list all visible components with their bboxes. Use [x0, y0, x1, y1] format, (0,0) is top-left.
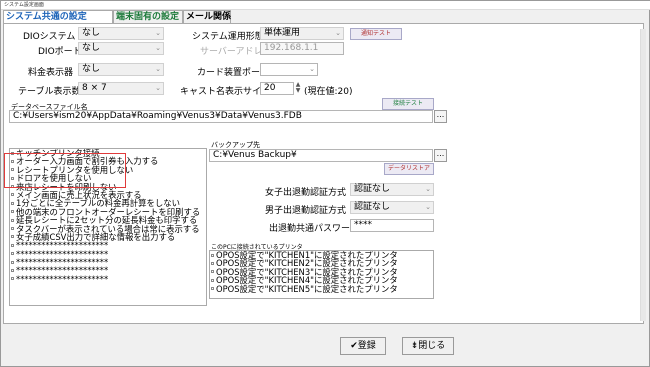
option-checkbox[interactable] — [11, 260, 14, 264]
fee-display-select[interactable]: なし ⌄ — [78, 63, 164, 76]
printer-checkbox[interactable] — [211, 261, 214, 265]
window-title: システム設定画面 — [1, 1, 650, 10]
system-mode-label: システム運用形態 — [192, 32, 264, 42]
close-button[interactable]: ⇟閉じる — [402, 337, 454, 355]
printer-checkbox[interactable] — [211, 287, 214, 291]
female-auth-select[interactable]: 認証なし ⌄ — [350, 183, 434, 196]
printer-label: OPOS設定で"KITCHEN5"に設定されたプリンタ — [216, 283, 398, 294]
option-label: ********************** — [16, 273, 109, 284]
option-checkbox[interactable] — [11, 277, 14, 281]
notify-test-button[interactable]: 通知テスト — [350, 28, 402, 40]
card-port-select[interactable]: ⌄ — [260, 63, 318, 76]
tab-terminal-settings[interactable]: 端末固有の設定 — [113, 10, 183, 24]
dio-port-select[interactable]: なし ⌄ — [78, 42, 164, 55]
option-checkbox[interactable] — [11, 268, 14, 272]
cast-name-size-note: (現在値:20) — [304, 87, 353, 97]
settings-window: システム設定画面 システム共通の設定 端末固有の設定 メール関係 DIOシステム… — [0, 0, 650, 367]
chevron-down-icon: ⌄ — [309, 65, 315, 73]
tab-mail-settings[interactable]: メール関係 — [183, 10, 231, 24]
printer-checkbox[interactable] — [211, 253, 214, 257]
chevron-down-icon: ⌄ — [425, 203, 431, 211]
option-checkbox[interactable] — [11, 201, 14, 205]
fee-display-value: なし — [82, 64, 101, 74]
option-checkbox[interactable] — [11, 252, 14, 256]
chevron-down-icon: ⌄ — [425, 185, 431, 193]
male-auth-select[interactable]: 認証なし ⌄ — [350, 201, 434, 214]
server-address-input[interactable]: 192.168.1.1 — [260, 42, 344, 55]
printer-checkbox[interactable] — [211, 270, 214, 274]
option-checkbox[interactable] — [11, 218, 14, 222]
cast-name-size-label: キャスト名表示サイズ — [180, 87, 270, 97]
dio-system-select[interactable]: なし ⌄ — [78, 27, 164, 40]
option-checkbox[interactable] — [11, 235, 14, 239]
female-auth-label: 女子出退勤認証方式 — [265, 188, 347, 198]
card-port-label: カード装置ポート — [197, 68, 270, 78]
data-restore-button[interactable]: データリストア — [384, 163, 434, 175]
database-browse-button[interactable]: ... — [434, 110, 447, 123]
option-item[interactable]: ********************** — [10, 275, 206, 283]
table-display-label: テーブル表示数 — [18, 87, 81, 97]
database-path-input[interactable]: C:¥Users¥ism20¥AppData¥Roaming¥Venus3¥Da… — [9, 110, 433, 123]
fee-display-label: 料金表示器 — [28, 68, 74, 78]
register-button[interactable]: ✔登録 — [340, 337, 386, 355]
printer-item[interactable]: OPOS設定で"KITCHEN5"に設定されたプリンタ — [210, 283, 433, 294]
male-auth-label: 男子出退勤認証方式 — [265, 206, 347, 216]
chevron-down-icon: ⌄ — [155, 29, 161, 37]
option-checkbox[interactable] — [11, 227, 14, 231]
system-mode-select[interactable]: 単体運用 ⌄ — [260, 27, 344, 40]
highlight-box — [4, 153, 126, 188]
attendance-password-label: 出退勤共通パスワード — [269, 224, 360, 234]
printers-list: OPOS設定で"KITCHEN1"に設定されたプリンタ OPOS設定で"KITCH… — [209, 250, 434, 299]
dio-system-value: なし — [82, 28, 101, 38]
printer-checkbox[interactable] — [211, 278, 214, 282]
system-mode-value: 単体運用 — [264, 28, 301, 38]
chevron-down-icon: ⌄ — [155, 44, 161, 52]
chevron-down-icon: ⌄ — [155, 84, 161, 92]
dio-port-value: なし — [82, 43, 101, 53]
vertical-scrollbar[interactable] — [640, 29, 646, 321]
option-checkbox[interactable] — [11, 193, 14, 197]
option-checkbox[interactable] — [11, 243, 14, 247]
backup-path-input[interactable]: C:¥Venus Backup¥ — [209, 149, 433, 162]
option-checkbox[interactable] — [11, 210, 14, 214]
female-auth-value: 認証なし — [354, 184, 391, 194]
backup-browse-button[interactable]: ... — [434, 149, 447, 162]
table-display-select[interactable]: 8 × 7 ⌄ — [78, 82, 164, 95]
male-auth-value: 認証なし — [354, 202, 391, 212]
dio-port-label: DIOポート — [38, 47, 82, 57]
spin-buttons[interactable]: ▲ ▼ — [294, 82, 302, 95]
dio-system-label: DIOシステム — [23, 32, 76, 42]
chevron-down-icon: ⌄ — [335, 29, 341, 37]
cast-name-size-input[interactable]: 20 — [260, 82, 294, 95]
table-display-value: 8 × 7 — [82, 83, 107, 93]
attendance-password-input[interactable]: **** — [350, 219, 434, 232]
connection-test-button[interactable]: 接続テスト — [382, 98, 434, 110]
chevron-down-icon: ⌄ — [155, 65, 161, 73]
